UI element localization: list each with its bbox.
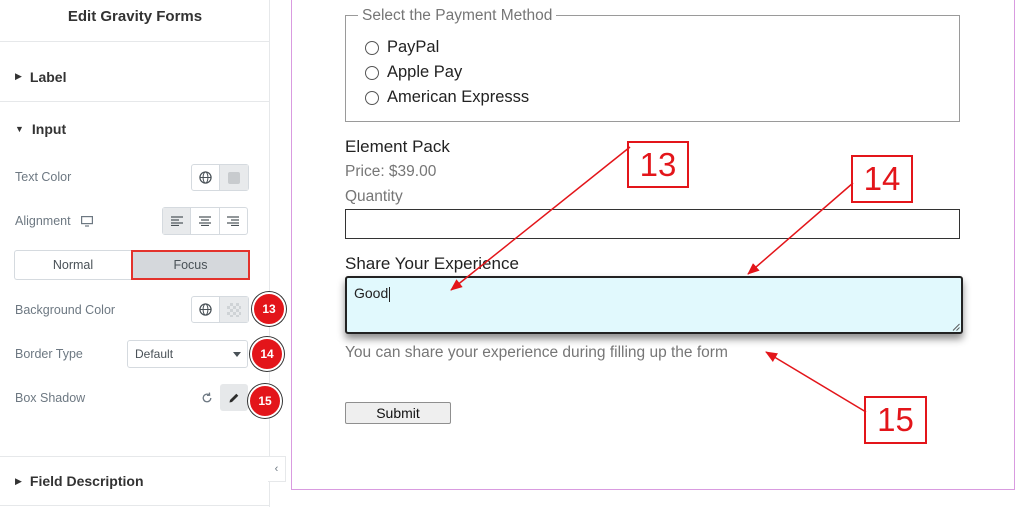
radio-label: PayPal (387, 38, 440, 56)
experience-description: You can share your experience during fil… (345, 344, 728, 361)
text-color-label: Text Color (15, 170, 72, 184)
alignment-label-wrap: Alignment (15, 214, 93, 228)
section-input-header[interactable]: ▼ Input (0, 104, 270, 154)
callout-14: 14 (851, 155, 913, 203)
align-center-icon[interactable] (191, 208, 220, 234)
border-type-value: Default (135, 347, 174, 361)
radio-label: Apple Pay (387, 63, 463, 81)
radio-paypal[interactable]: PayPal (365, 38, 439, 57)
callout-15: 15 (864, 396, 927, 444)
pencil-icon[interactable] (220, 384, 248, 411)
border-type-select[interactable]: Default (127, 340, 248, 368)
radio-button[interactable] (365, 40, 379, 55)
payment-method-legend: Select the Payment Method (358, 7, 557, 25)
product-name: Element Pack (345, 137, 450, 156)
background-color-swatch[interactable] (220, 297, 248, 322)
callout-13: 13 (627, 141, 689, 188)
reset-icon[interactable] (199, 390, 215, 406)
submit-button[interactable]: Submit (345, 402, 451, 424)
section-label-header[interactable]: ▶ Label (0, 52, 270, 102)
alignment-label: Alignment (15, 214, 71, 228)
section-field-description-title: Field Description (29, 473, 144, 489)
product-price: Price: $39.00 (345, 163, 437, 180)
caret-right-icon: ▶ (15, 71, 22, 81)
panel-title: Edit Gravity Forms (0, 0, 270, 42)
resize-grip-icon[interactable] (952, 323, 960, 331)
badge-15: 15 (248, 384, 282, 418)
tab-focus[interactable]: Focus (131, 250, 250, 280)
tab-normal[interactable]: Normal (14, 250, 131, 280)
box-shadow-label: Box Shadow (15, 391, 86, 405)
experience-value: Good (354, 285, 389, 301)
background-color-control[interactable] (191, 296, 249, 323)
globe-icon[interactable] (192, 297, 220, 322)
radio-label: American Expresss (387, 88, 530, 106)
text-color-control[interactable] (191, 164, 249, 191)
text-cursor (389, 286, 391, 302)
radio-american-express[interactable]: American Expresss (365, 88, 529, 107)
chevron-left-icon[interactable]: ‹ (268, 456, 286, 482)
quantity-input[interactable] (345, 209, 960, 239)
section-label-title: Label (29, 68, 67, 85)
radio-apple-pay[interactable]: Apple Pay (365, 63, 462, 82)
desktop-icon[interactable] (80, 215, 93, 227)
caret-down-icon: ▼ (15, 124, 24, 134)
chevron-down-icon (233, 352, 241, 357)
section-field-description-header[interactable]: ▶ Field Description (0, 456, 270, 506)
radio-button[interactable] (365, 90, 379, 105)
text-color-swatch[interactable] (220, 165, 248, 190)
state-tabs: Normal Focus (14, 250, 250, 280)
background-color-label: Background Color (15, 303, 116, 317)
badge-14: 14 (250, 337, 284, 371)
border-type-label: Border Type (15, 347, 83, 361)
editor-panel: Edit Gravity Forms ▶ Label ▼ Input Text … (0, 0, 286, 507)
experience-label: Share Your Experience (345, 254, 519, 273)
alignment-control (162, 207, 248, 235)
badge-13: 13 (252, 292, 286, 326)
experience-textarea[interactable]: Good (345, 276, 963, 334)
globe-icon[interactable] (192, 165, 220, 190)
caret-right-icon: ▶ (15, 475, 22, 486)
align-right-icon[interactable] (220, 208, 247, 234)
radio-button[interactable] (365, 65, 379, 80)
section-input-title: Input (31, 121, 67, 137)
align-left-icon[interactable] (163, 208, 192, 234)
quantity-label: Quantity (345, 188, 403, 205)
